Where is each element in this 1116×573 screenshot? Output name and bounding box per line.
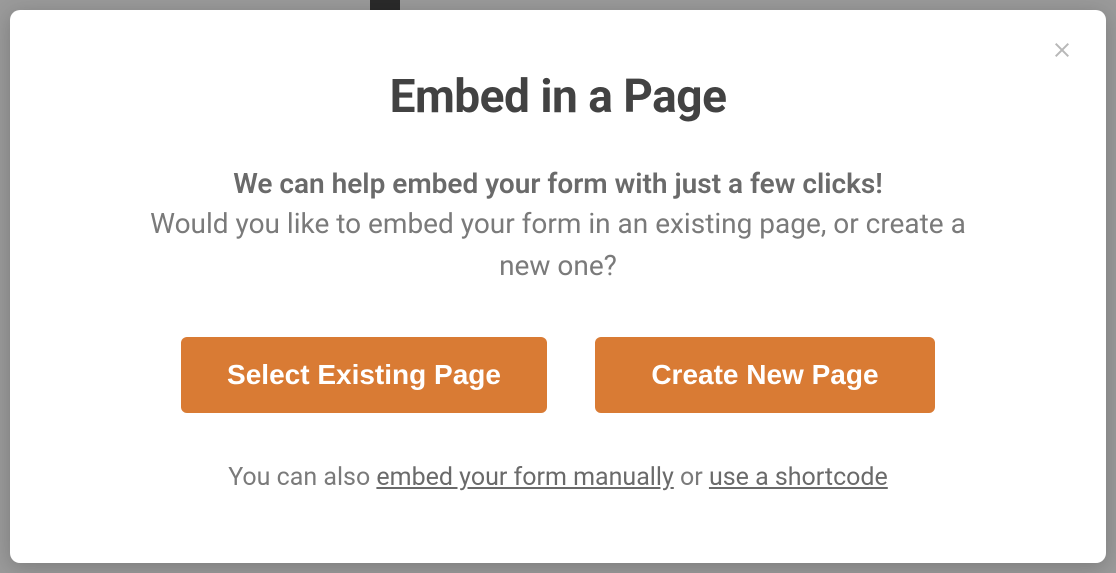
footer-prefix: You can also [228,463,376,492]
modal-title: Embed in a Page [390,70,727,124]
select-existing-page-button[interactable]: Select Existing Page [181,337,547,413]
create-new-page-button[interactable]: Create New Page [595,337,935,413]
use-shortcode-link[interactable]: use a shortcode [709,463,888,492]
button-row: Select Existing Page Create New Page [181,337,935,413]
close-button[interactable] [1050,38,1074,62]
modal-subtitle-bold: We can help embed your form with just a … [233,164,883,203]
embed-manually-link[interactable]: embed your form manually [376,463,673,492]
close-icon [1050,47,1074,66]
footer-middle: or [674,463,709,492]
embed-modal: Embed in a Page We can help embed your f… [10,10,1106,563]
modal-footer-text: You can also embed your form manually or… [228,463,888,492]
modal-subtitle-regular: Would you like to embed your form in an … [133,203,983,287]
